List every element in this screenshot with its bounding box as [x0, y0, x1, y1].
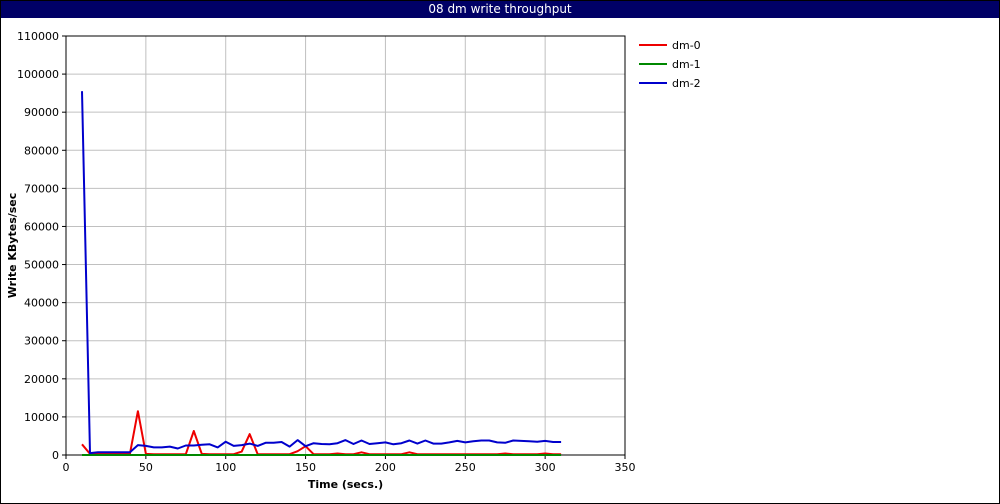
x-axis-title: Time (secs.)	[308, 478, 383, 491]
y-tick-label: 0	[52, 449, 59, 462]
y-axis-title: Write KBytes/sec	[6, 193, 19, 299]
y-tick-label: 90000	[24, 106, 59, 119]
chart-window: 08 dm write throughput 0 10000 20000 30000 4…	[0, 0, 1000, 504]
y-tick-label: 10000	[24, 411, 59, 424]
chart-canvas: 0 10000 20000 30000 40000 50000 60000 70000 8000…	[6, 30, 701, 491]
x-tick-label: 250	[455, 461, 476, 474]
y-tick-label: 40000	[24, 297, 59, 310]
plot-area	[65, 35, 626, 456]
x-tick-label: 50	[139, 461, 153, 474]
x-tick-label: 0	[63, 461, 70, 474]
legend: dm-0 dm-1 dm-2	[639, 39, 701, 90]
axis-ticks: 0 10000 20000 30000 40000 50000 60000 70000 8000…	[17, 30, 636, 474]
series-lines	[81, 91, 562, 456]
legend-label: dm-0	[672, 39, 701, 52]
grid-lines	[65, 35, 626, 456]
x-tick-label: 350	[615, 461, 636, 474]
x-tick-label: 300	[535, 461, 556, 474]
x-tick-label: 150	[295, 461, 316, 474]
x-tick-label: 100	[215, 461, 236, 474]
series-line-dm-2	[81, 91, 562, 455]
y-tick-label: 50000	[24, 259, 59, 272]
y-tick-label: 100000	[17, 68, 59, 81]
x-tick-label: 200	[375, 461, 396, 474]
y-tick-label: 110000	[17, 30, 59, 43]
y-tick-label: 70000	[24, 182, 59, 195]
y-tick-label: 30000	[24, 335, 59, 348]
y-tick-label: 60000	[24, 220, 59, 233]
legend-label: dm-2	[672, 77, 701, 90]
legend-label: dm-1	[672, 58, 701, 71]
y-tick-label: 20000	[24, 373, 59, 386]
y-tick-label: 80000	[24, 144, 59, 157]
